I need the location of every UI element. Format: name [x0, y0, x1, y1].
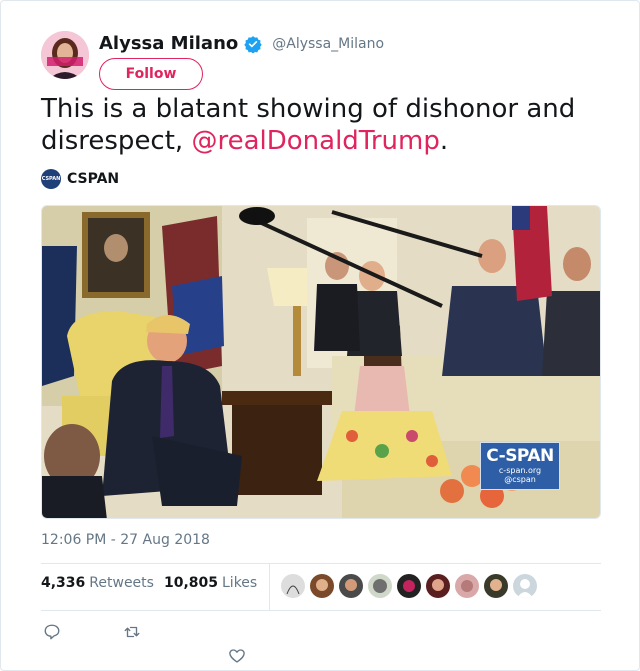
tweet-timestamp[interactable]: 12:06 PM - 27 Aug 2018	[41, 532, 210, 548]
tweet-card: Alyssa Milano @Alyssa_Milano Follow This…	[0, 0, 640, 671]
stats-separator	[269, 564, 270, 610]
tweet-text: This is a blatant showing of dishonor an…	[41, 93, 601, 157]
reply-icon[interactable]	[43, 623, 61, 641]
retweets-label[interactable]: Retweets	[89, 575, 154, 591]
cspan-badge-site: c-span.org	[498, 466, 542, 475]
liker-avatar[interactable]	[426, 574, 450, 598]
liker-avatar[interactable]	[484, 574, 508, 598]
video-thumbnail[interactable]: C-SPAN c-span.org @cspan	[41, 205, 601, 519]
author-avatar[interactable]	[41, 31, 89, 79]
author-display-name[interactable]: Alyssa Milano	[99, 33, 238, 54]
liker-avatar[interactable]	[310, 574, 334, 598]
mention-link[interactable]: @realDonaldTrump	[191, 126, 439, 156]
media-source-name: CSPAN	[67, 171, 120, 187]
liker-avatar[interactable]	[339, 574, 363, 598]
media-source[interactable]: CSPAN CSPAN	[41, 169, 119, 189]
follow-button[interactable]: Follow	[99, 58, 203, 90]
cspan-badge-handle: @cspan	[504, 475, 536, 484]
liker-avatar[interactable]	[368, 574, 392, 598]
author-handle[interactable]: @Alyssa_Milano	[272, 36, 384, 52]
stats-divider-top	[41, 563, 601, 564]
cspan-logo-icon: CSPAN	[41, 169, 61, 189]
like-icon[interactable]	[228, 647, 246, 665]
stats-divider-bottom	[41, 610, 601, 611]
retweets-count[interactable]: 4,336	[41, 575, 85, 591]
verified-badge-icon	[244, 35, 262, 53]
cspan-badge-title: C-SPAN	[486, 446, 554, 466]
liker-avatar[interactable]	[455, 574, 479, 598]
cspan-badge: C-SPAN c-span.org @cspan	[480, 442, 560, 490]
retweet-icon[interactable]	[123, 623, 141, 641]
tweet-suffix: .	[439, 126, 449, 156]
likers-avatars	[281, 574, 542, 598]
likes-label[interactable]: Likes	[222, 575, 257, 591]
likes-count[interactable]: 10,805	[164, 575, 218, 591]
default-avatar-icon[interactable]	[513, 574, 537, 598]
author-name-row: Alyssa Milano @Alyssa_Milano	[99, 33, 384, 54]
engagement-stats: 4,336 Retweets 10,805 Likes	[41, 575, 267, 591]
liker-avatar[interactable]	[397, 574, 421, 598]
liker-avatar[interactable]	[281, 574, 305, 598]
